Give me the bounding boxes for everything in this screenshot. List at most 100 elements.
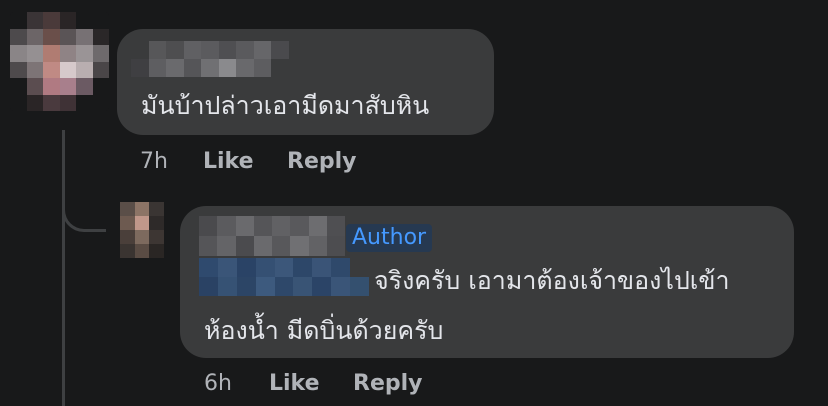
redaction-pixel: [255, 258, 275, 277]
redaction-pixel: [92, 94, 109, 111]
mention-tag-redacted[interactable]: [199, 258, 369, 296]
redaction-pixel: [218, 59, 237, 77]
redaction-pixel: [10, 94, 27, 111]
redaction-pixel: [166, 41, 184, 59]
avatar[interactable]: [10, 12, 109, 111]
redaction-pixel: [10, 45, 27, 62]
redaction-pixel: [199, 216, 218, 236]
comment-timestamp[interactable]: 7h: [140, 149, 168, 175]
redaction-pixel: [290, 236, 309, 256]
redaction-pixel: [76, 78, 93, 95]
redaction-pixel: [235, 216, 254, 236]
redaction-pixel: [76, 28, 93, 45]
redaction-pixel: [134, 202, 150, 216]
author-badge: Author: [346, 224, 433, 252]
redaction-pixel: [236, 41, 254, 59]
redaction-pixel: [350, 277, 369, 296]
redaction-pixel: [272, 236, 291, 256]
redaction-pixel: [92, 45, 109, 62]
redaction-pixel: [253, 216, 272, 236]
redaction-pixel: [92, 61, 109, 78]
commenter-name-redacted[interactable]: [199, 216, 345, 256]
redaction-pixel: [217, 258, 237, 277]
reply-bubble: Author จริงครับ เอามาต้องเจ้าของไปเข้า ห…: [180, 206, 794, 358]
like-button[interactable]: Like: [269, 371, 320, 397]
like-button[interactable]: Like: [203, 149, 254, 175]
reply-text-line-2: ห้องน้ำ มีดบิ่นด้วยครับ: [204, 316, 444, 345]
redaction-pixel: [331, 277, 351, 296]
redaction-pixel: [271, 41, 289, 59]
redaction-pixel: [183, 41, 202, 59]
redaction-pixel: [253, 59, 272, 77]
redaction-pixel: [43, 28, 60, 45]
redaction-pixel: [131, 59, 149, 77]
redaction-pixel: [149, 202, 164, 216]
redaction-pixel: [148, 41, 167, 59]
redaction-pixel: [120, 244, 135, 258]
redaction-pixel: [76, 45, 93, 62]
redaction-pixel: [59, 94, 76, 111]
avatar[interactable]: [120, 202, 164, 258]
redaction-pixel: [134, 244, 150, 258]
redaction-pixel: [272, 216, 291, 236]
redaction-pixel: [134, 216, 150, 230]
redaction-pixel: [149, 216, 164, 230]
redaction-pixel: [92, 78, 109, 95]
redaction-pixel: [26, 28, 43, 45]
redaction-pixel: [26, 12, 43, 29]
redaction-pixel: [59, 12, 76, 29]
reply-button[interactable]: Reply: [353, 371, 423, 397]
redaction-pixel: [217, 236, 236, 256]
redaction-pixel: [120, 230, 135, 244]
redaction-pixel: [199, 236, 218, 256]
redaction-pixel: [43, 12, 60, 29]
redaction-pixel: [26, 45, 43, 62]
redaction-pixel: [148, 59, 167, 77]
redaction-pixel: [76, 61, 93, 78]
redaction-pixel: [308, 216, 327, 236]
redaction-pixel: [199, 258, 218, 277]
redaction-pixel: [10, 78, 27, 95]
redaction-pixel: [59, 61, 76, 78]
redaction-pixel: [255, 277, 275, 296]
redaction-pixel: [43, 61, 60, 78]
redaction-pixel: [308, 236, 327, 256]
redaction-pixel: [201, 59, 219, 77]
redaction-pixel: [253, 236, 272, 256]
redaction-pixel: [235, 236, 254, 256]
redaction-pixel: [26, 61, 43, 78]
redaction-pixel: [326, 236, 345, 256]
redaction-pixel: [92, 28, 109, 45]
redaction-pixel: [149, 244, 164, 258]
reply-button[interactable]: Reply: [287, 149, 357, 175]
thread-line: [62, 130, 65, 406]
redaction-pixel: [166, 59, 184, 77]
redaction-pixel: [43, 78, 60, 95]
comment-text: มันบ้าปล่าวเอามีดมาสับหิน: [141, 91, 430, 120]
redaction-pixel: [236, 258, 256, 277]
redaction-pixel: [199, 277, 218, 296]
redaction-pixel: [183, 59, 202, 77]
redaction-pixel: [120, 216, 135, 230]
redaction-pixel: [26, 78, 43, 95]
redaction-pixel: [218, 41, 237, 59]
redaction-pixel: [293, 258, 313, 277]
comment-timestamp[interactable]: 6h: [204, 371, 232, 397]
commenter-name-redacted[interactable]: [131, 41, 289, 77]
redaction-pixel: [293, 277, 313, 296]
comment-thread: มันบ้าปล่าวเอามีดมาสับหิน 7h Like Reply …: [0, 0, 828, 406]
redaction-pixel: [312, 258, 332, 277]
redaction-pixel: [10, 12, 27, 29]
redaction-pixel: [326, 216, 345, 236]
redaction-pixel: [253, 41, 272, 59]
redaction-pixel: [350, 258, 369, 277]
redaction-pixel: [131, 41, 149, 59]
redaction-pixel: [76, 12, 93, 29]
redaction-pixel: [92, 12, 109, 29]
redaction-pixel: [134, 230, 150, 244]
redaction-pixel: [236, 59, 254, 77]
redaction-pixel: [217, 216, 236, 236]
redaction-pixel: [43, 45, 60, 62]
redaction-pixel: [76, 94, 93, 111]
reply-text-line-1: จริงครับ เอามาต้องเจ้าของไปเข้า: [374, 266, 730, 295]
